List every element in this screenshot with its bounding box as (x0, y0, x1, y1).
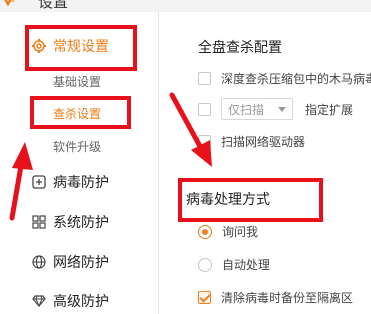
sidebar-item-virus-protection[interactable]: 病毒防护 (32, 172, 109, 192)
settings-content: 全盘查杀配置 深度查杀压缩包中的木马病毒 仅扫描 指定扩展 扫描网络驱动器 病毒… (159, 12, 371, 314)
plus-box-icon (32, 175, 46, 189)
backup-quarantine-option[interactable]: 清除病毒时备份至隔离区 (198, 289, 353, 306)
auto-handle-radio[interactable] (198, 257, 212, 272)
window-title: 设置 (38, 0, 69, 11)
virus-section-title: 病毒处理方式 (186, 192, 270, 208)
title-bar: 设置 (0, 0, 371, 12)
ask-me-radio[interactable] (198, 224, 212, 239)
sidebar-subitem-basic[interactable]: 基础设置 (53, 73, 101, 90)
extension-label: 指定扩展 (305, 102, 354, 117)
sidebar-item-label: 高级防护 (53, 294, 109, 310)
sidebar-item-label: 常规设置 (53, 39, 109, 55)
sidebar-item-label: 网络防护 (53, 255, 109, 271)
network-drive-option[interactable]: 扫描网络驱动器 (198, 133, 305, 150)
network-drive-label: 扫描网络驱动器 (221, 135, 306, 149)
backup-quarantine-label: 清除病毒时备份至隔离区 (221, 291, 354, 305)
sidebar-subitem-upgrade[interactable]: 软件升级 (53, 138, 101, 155)
scan-mode-checkbox[interactable] (198, 102, 211, 116)
sidebar-subitem-scan[interactable]: 查杀设置 (53, 105, 101, 122)
sidebar-item-label: 病毒防护 (53, 175, 109, 191)
scan-section-title: 全盘查杀配置 (198, 40, 282, 56)
scan-mode-value: 仅扫描 (228, 102, 265, 117)
auto-handle-option[interactable]: 自动处理 (198, 256, 270, 273)
sidebar-item-network-protection[interactable]: 网络防护 (32, 252, 109, 272)
sidebar-item-general[interactable]: 常规设置 (32, 36, 109, 56)
network-drive-checkbox[interactable] (198, 135, 211, 148)
gear-icon (32, 39, 46, 53)
app-logo-icon (4, 0, 15, 7)
deep-scan-label: 深度查杀压缩包中的木马病毒 (221, 72, 371, 86)
sidebar-item-system-protection[interactable]: 系统防护 (32, 212, 109, 232)
grid-icon (32, 215, 46, 229)
scan-mode-select[interactable]: 仅扫描 (221, 98, 293, 120)
auto-handle-label: 自动处理 (222, 258, 271, 272)
sidebar: 常规设置 基础设置 查杀设置 软件升级 病毒防护 系统防护 网络防护 高级防护 (0, 12, 158, 314)
ask-me-option[interactable]: 询问我 (198, 223, 258, 240)
deep-scan-checkbox[interactable] (198, 72, 211, 85)
ask-me-label: 询问我 (222, 225, 259, 239)
scan-mode-option[interactable]: 仅扫描 指定扩展 (198, 98, 353, 120)
sidebar-item-label: 系统防护 (53, 215, 109, 231)
sidebar-item-advanced-protection[interactable]: 高级防护 (32, 291, 109, 311)
deep-scan-option[interactable]: 深度查杀压缩包中的木马病毒 (198, 70, 371, 87)
backup-quarantine-checkbox[interactable] (198, 291, 211, 304)
globe-icon (32, 255, 46, 269)
chevron-down-icon (278, 106, 286, 112)
diamond-icon (32, 295, 46, 308)
